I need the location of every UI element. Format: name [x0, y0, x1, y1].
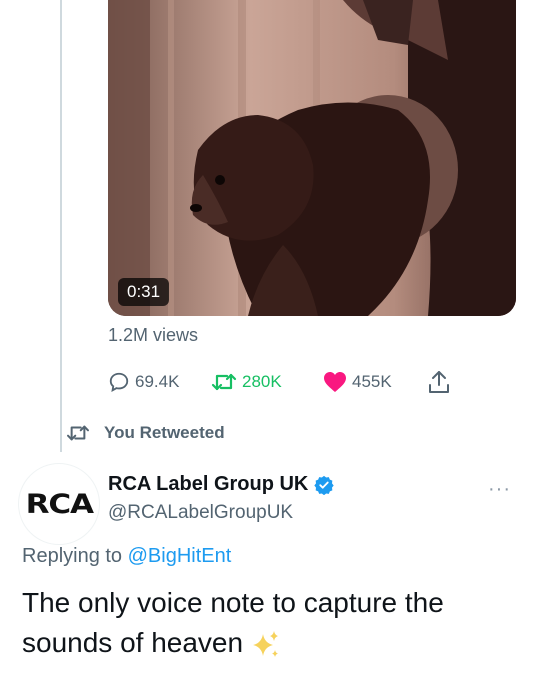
share-button[interactable]	[428, 366, 450, 398]
retweet-banner-text: You Retweeted	[104, 423, 225, 442]
retweet-count: 280K	[242, 372, 282, 391]
tweet-text-line-2-text: sounds of heaven	[22, 627, 244, 658]
video-player[interactable]: 0:31	[108, 0, 516, 316]
tweet-text-line-1: The only voice note to capture the	[22, 587, 444, 618]
you-retweeted-banner: You Retweeted	[66, 423, 225, 443]
reply-button[interactable]: 69.4K	[108, 366, 179, 398]
replying-prefix: Replying to	[22, 545, 128, 567]
verified-badge-icon	[314, 475, 335, 495]
video-duration-badge: 0:31	[118, 278, 170, 306]
author-display-name[interactable]: RCA Label Group UK	[108, 473, 308, 496]
heart-icon	[324, 372, 346, 392]
retweet-icon	[211, 373, 237, 391]
like-button[interactable]: 455K	[323, 366, 392, 398]
tweet-action-bar: 69.4K 280K 455K	[108, 366, 528, 398]
tweet-text: The only voice note to capture the sound…	[22, 583, 522, 663]
like-count: 455K	[352, 372, 392, 391]
avatar-logo-text: RCA	[25, 488, 93, 520]
more-options-button[interactable]: ···	[488, 478, 511, 501]
retweet-icon	[67, 425, 89, 441]
share-icon	[429, 371, 449, 393]
view-count: 1.2M views	[108, 325, 199, 345]
retweet-button[interactable]: 280K	[211, 366, 282, 398]
avatar[interactable]: RCA	[18, 463, 100, 545]
author-handle[interactable]: @RCALabelGroupUK	[108, 502, 293, 524]
reply-count: 69.4K	[135, 372, 180, 391]
sparkles-icon	[253, 630, 279, 657]
thread-line	[60, 0, 62, 452]
reply-icon	[109, 372, 129, 392]
video-thumbnail	[108, 0, 516, 316]
replying-to-line: Replying to @BigHitEnt	[22, 545, 231, 568]
tweet-text-line-2: sounds of heaven	[22, 623, 522, 663]
replying-to-mention[interactable]: @BigHitEnt	[128, 545, 232, 567]
author-row[interactable]: RCA Label Group UK	[108, 473, 335, 496]
